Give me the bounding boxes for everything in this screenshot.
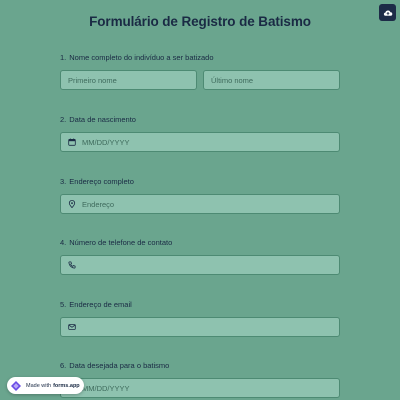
badge-brand: forms.app — [53, 382, 80, 389]
address-placeholder: Endereço — [82, 199, 115, 209]
question-label: 6. Data desejada para o batismo — [60, 361, 340, 371]
badge-prefix: Made with — [26, 382, 52, 389]
baptism-date-input[interactable]: MM/DD/YYYY — [60, 378, 340, 398]
question-number: 5. — [60, 300, 67, 309]
question-label: 2. Data de nascimento — [60, 115, 340, 125]
made-with-badge[interactable]: Made with forms.app — [7, 377, 84, 394]
question-text: Endereço completo — [69, 177, 134, 186]
question-text: Endereço de email — [69, 300, 132, 309]
question-label: 5. Endereço de email — [60, 300, 340, 310]
phone-icon — [68, 261, 76, 269]
address-input[interactable]: Endereço — [60, 194, 340, 214]
question-full-name: 1. Nome completo do indivíduo a ser batiz… — [60, 53, 340, 90]
last-name-input[interactable]: Último nome — [203, 70, 340, 90]
question-baptism-date: 6. Data desejada para o batismo MM/DD/YYY… — [60, 361, 340, 398]
question-text: Nome completo do indivíduo a ser batizad… — [69, 53, 214, 62]
question-text: Número de telefone de contato — [69, 238, 173, 247]
forms-app-logo-icon — [11, 380, 21, 391]
question-address: 3. Endereço completo Endereço — [60, 177, 340, 214]
first-name-input[interactable]: Primeiro nome — [60, 70, 197, 90]
question-label: 4. Número de telefone de contato — [60, 238, 340, 248]
question-number: 3. — [60, 177, 67, 186]
question-phone: 4. Número de telefone de contato — [60, 238, 340, 275]
question-number: 4. — [60, 238, 67, 247]
location-pin-icon — [68, 200, 76, 208]
question-birth-date: 2. Data de nascimento MM/DD/YYYY — [60, 115, 340, 152]
last-name-placeholder: Último nome — [211, 75, 254, 85]
form-title: Formulário de Registro de Batismo — [89, 14, 311, 29]
question-number: 2. — [60, 115, 67, 124]
birth-date-placeholder: MM/DD/YYYY — [82, 137, 130, 147]
question-label: 1. Nome completo do indivíduo a ser batiz… — [60, 53, 340, 63]
email-input[interactable] — [60, 317, 340, 337]
question-label: 3. Endereço completo — [60, 177, 340, 187]
baptism-date-placeholder: MM/DD/YYYY — [82, 383, 130, 393]
question-text: Data desejada para o batismo — [69, 361, 170, 370]
question-number: 6. — [60, 361, 67, 370]
question-text: Data de nascimento — [69, 115, 136, 124]
birth-date-input[interactable]: MM/DD/YYYY — [60, 132, 340, 152]
question-email: 5. Endereço de email — [60, 300, 340, 337]
first-name-placeholder: Primeiro nome — [68, 75, 117, 85]
question-number: 1. — [60, 53, 67, 62]
mail-icon — [68, 323, 76, 331]
calendar-icon — [68, 138, 76, 146]
phone-input[interactable] — [60, 255, 340, 275]
